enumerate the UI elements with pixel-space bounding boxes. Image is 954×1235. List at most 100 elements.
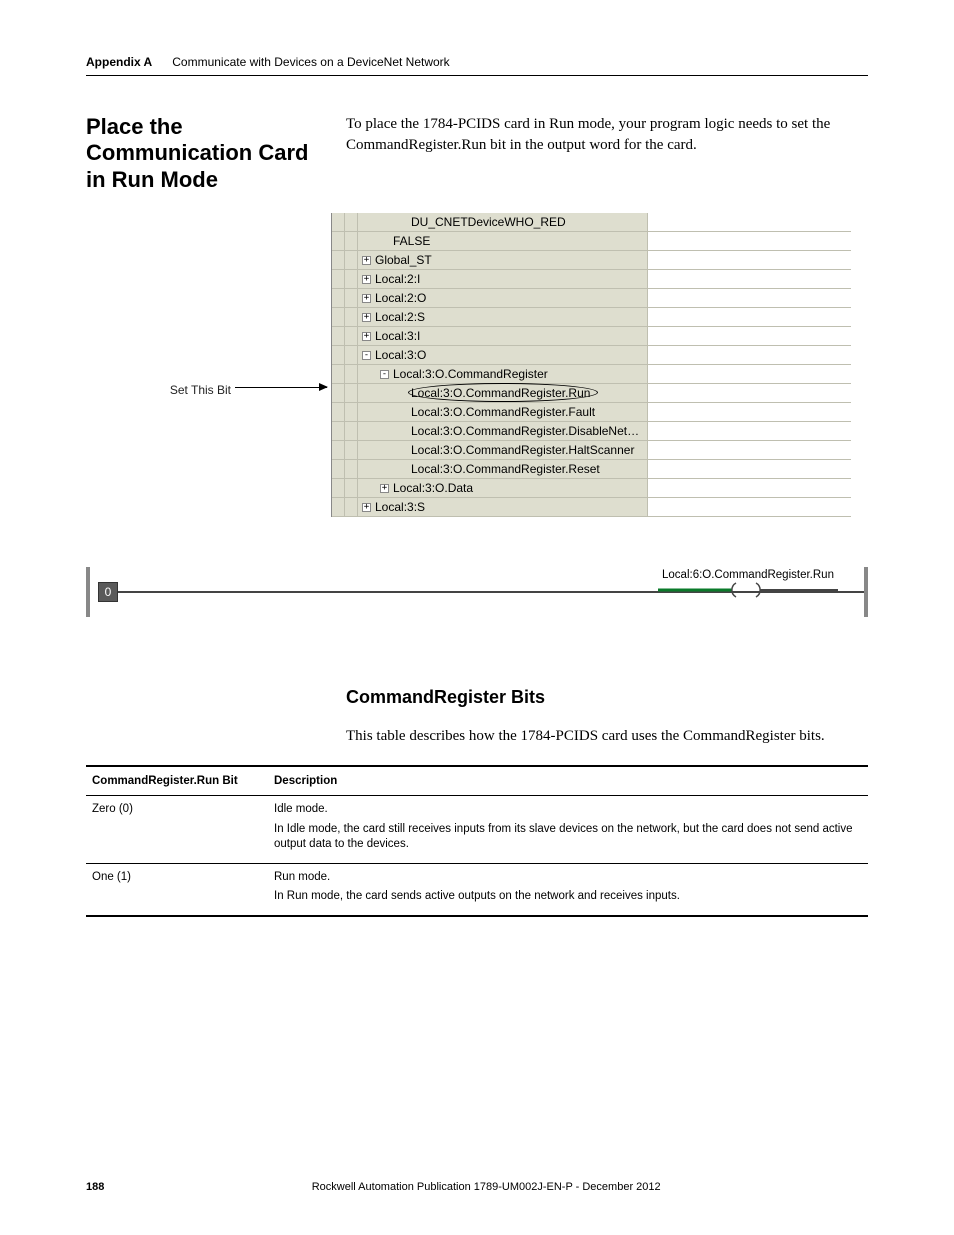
tree-node-label: Local:3:O.CommandRegister.HaltScanner <box>411 443 634 457</box>
tree-node-label: Local:3:S <box>375 500 425 514</box>
subsection-two-col: CommandRegister Bits This table describe… <box>86 617 868 747</box>
tree-cell: Local:3:O.CommandRegister.Reset <box>358 460 648 478</box>
tree-gutter <box>332 460 358 478</box>
tree-cell: + Local:3:S <box>358 498 648 516</box>
tree-row: Local:3:O.CommandRegister.Run <box>332 384 851 403</box>
table-row: Zero (0) Idle mode. In Idle mode, the ca… <box>86 796 868 864</box>
tree-figure: Set This Bit DU_CNETDeviceWHO_REDFALSE+G… <box>86 213 868 517</box>
tree-value-cell <box>648 327 851 345</box>
tree-gutter <box>332 232 358 250</box>
table-cell: Zero (0) <box>86 796 268 864</box>
appendix-label: Appendix A <box>86 55 152 69</box>
tree-node-label: Local:3:O.CommandRegister.DisableNet… <box>411 424 639 438</box>
tree-row: Local:3:O.CommandRegister.Reset <box>332 460 851 479</box>
tree-node-label: Global_ST <box>375 253 432 267</box>
collapse-icon[interactable]: - <box>380 370 389 379</box>
tree-value-cell <box>648 213 851 231</box>
tree-value-cell <box>648 441 851 459</box>
tree-row: + Global_ST <box>332 251 851 270</box>
tree-node-label: Local:3:O.CommandRegister.Fault <box>411 405 595 419</box>
ladder-rung: 0 Local:6:O.CommandRegister.Run <box>86 567 868 617</box>
table-header-row: CommandRegister.Run Bit Description <box>86 766 868 796</box>
page-footer: 188 Rockwell Automation Publication 1789… <box>86 1181 868 1193</box>
tree-cell: DU_CNETDeviceWHO_RED <box>358 213 648 231</box>
tree-row: Local:3:O.CommandRegister.DisableNet… <box>332 422 851 441</box>
tree-gutter <box>332 365 358 383</box>
tree-cell: Local:3:O.CommandRegister.Fault <box>358 403 648 421</box>
tree-row: Local:3:O.CommandRegister.HaltScanner <box>332 441 851 460</box>
rung-wire: Local:6:O.CommandRegister.Run <box>118 591 864 593</box>
tree-row: -Local:3:O.CommandRegister <box>332 365 851 384</box>
tree-cell: + Local:3:O.Data <box>358 479 648 497</box>
tree-cell: Local:3:O.CommandRegister.Run <box>358 384 648 402</box>
tree-cell: -Local:3:O <box>358 346 648 364</box>
section-intro: To place the 1784-PCIDS card in Run mode… <box>346 114 868 156</box>
tree-gutter <box>332 327 358 345</box>
tree-row: Local:3:O.CommandRegister.Fault <box>332 403 851 422</box>
page-content: Appendix A Communicate with Devices on a… <box>0 0 954 917</box>
table-cell: Run mode. In Run mode, the card sends ac… <box>268 863 868 916</box>
command-register-table: CommandRegister.Run Bit Description Zero… <box>86 765 868 917</box>
tree-value-cell <box>648 460 851 478</box>
tree-gutter <box>332 289 358 307</box>
tree-row: + Local:2:S <box>332 308 851 327</box>
tree-gutter <box>332 308 358 326</box>
tag-tree: DU_CNETDeviceWHO_REDFALSE+Global_ST+Loca… <box>331 213 851 517</box>
tree-row: -Local:3:O <box>332 346 851 365</box>
header-title: Communicate with Devices on a DeviceNet … <box>172 55 449 69</box>
tree-node-label: DU_CNETDeviceWHO_RED <box>411 215 566 229</box>
tree-cell: Local:3:O.CommandRegister.HaltScanner <box>358 441 648 459</box>
tree-value-cell <box>648 479 851 497</box>
expand-icon[interactable]: + <box>362 256 371 265</box>
table-cell: Idle mode. In Idle mode, the card still … <box>268 796 868 864</box>
tree-cell: +Local:3:I <box>358 327 648 345</box>
tree-row: DU_CNETDeviceWHO_RED <box>332 213 851 232</box>
tree-value-cell <box>648 251 851 269</box>
table-header: CommandRegister.Run Bit <box>86 766 268 796</box>
tree-cell: + Local:2:I <box>358 270 648 288</box>
tree-node-label: Local:3:O.Data <box>393 481 473 495</box>
tree-node-label: Local:2:I <box>375 272 420 286</box>
tree-row: + Local:2:I <box>332 270 851 289</box>
tree-cell: + Local:2:O <box>358 289 648 307</box>
expand-icon[interactable]: + <box>362 294 371 303</box>
tree-node-label: Local:3:O.CommandRegister.Reset <box>411 462 600 476</box>
expand-icon[interactable]: + <box>380 484 389 493</box>
tree-value-cell <box>648 365 851 383</box>
tree-value-cell <box>648 308 851 326</box>
expand-icon[interactable]: + <box>362 313 371 322</box>
tree-node-label: Local:2:S <box>375 310 425 324</box>
tree-row: + Local:2:O <box>332 289 851 308</box>
left-rail <box>86 567 90 617</box>
tree-gutter <box>332 346 358 364</box>
tree-gutter <box>332 251 358 269</box>
section-title: Place the Communication Card in Run Mode <box>86 114 326 193</box>
table-header: Description <box>268 766 868 796</box>
page-header: Appendix A Communicate with Devices on a… <box>86 55 868 76</box>
tree-cell: + Local:2:S <box>358 308 648 326</box>
tree-value-cell <box>648 270 851 288</box>
expand-icon[interactable]: + <box>362 503 371 512</box>
collapse-icon[interactable]: - <box>362 351 371 360</box>
expand-icon[interactable]: + <box>362 332 371 341</box>
tree-value-cell <box>648 403 851 421</box>
tree-node-label: Local:2:O <box>375 291 426 305</box>
table-cell: One (1) <box>86 863 268 916</box>
tree-node-label: Local:3:O <box>375 348 426 362</box>
tree-value-cell <box>648 232 851 250</box>
tree-gutter <box>332 479 358 497</box>
page-number: 188 <box>86 1181 104 1193</box>
tree-gutter <box>332 498 358 516</box>
tree-gutter <box>332 213 358 231</box>
expand-icon[interactable]: + <box>362 275 371 284</box>
tree-row: + Local:3:O.Data <box>332 479 851 498</box>
table-row: One (1) Run mode. In Run mode, the card … <box>86 863 868 916</box>
tree-row: +Local:3:I <box>332 327 851 346</box>
tree-cell: Local:3:O.CommandRegister.DisableNet… <box>358 422 648 440</box>
tree-value-cell <box>648 422 851 440</box>
section-two-col: Place the Communication Card in Run Mode… <box>86 114 868 193</box>
tree-row: FALSE <box>332 232 851 251</box>
annotation-arrow <box>235 387 327 389</box>
subsection-title: CommandRegister Bits <box>346 687 868 708</box>
tree-value-cell <box>648 498 851 516</box>
